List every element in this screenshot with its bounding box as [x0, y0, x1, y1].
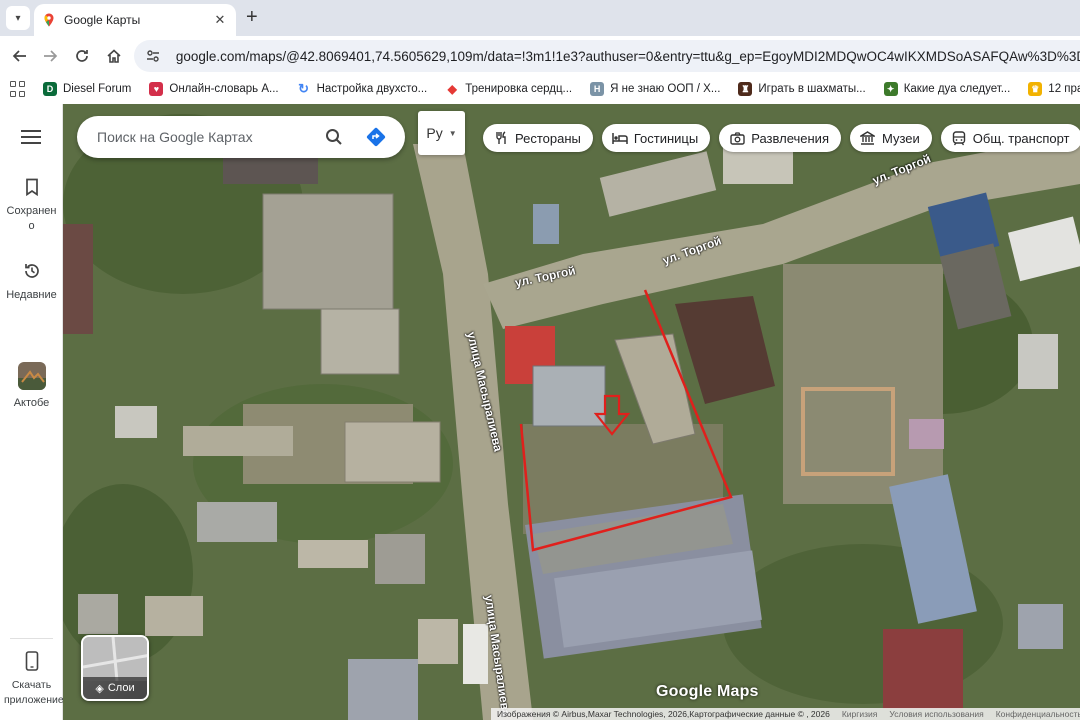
reload-icon[interactable]	[70, 44, 94, 68]
menu-icon[interactable]	[21, 130, 41, 144]
bookmark-habr-oop[interactable]: H Я не знаю ООП / Х...	[590, 82, 720, 96]
bookmark-diesel-forum[interactable]: D Diesel Forum	[43, 82, 131, 96]
search-input[interactable]	[97, 129, 321, 145]
dictionary-icon: ♥	[149, 82, 164, 96]
bookmark-icon	[21, 176, 43, 198]
layers-icon: ◈	[95, 682, 104, 695]
privacy-link[interactable]: Конфиденциальность	[996, 709, 1080, 719]
diesel-forum-icon: D	[43, 82, 57, 96]
bookmark-12-rules[interactable]: ♛ 12 правил Джона Р...	[1028, 82, 1080, 96]
recent-place-aktobe[interactable]: Актобе	[0, 362, 63, 411]
browser-tab[interactable]: Google Карты ✕	[34, 4, 236, 36]
bookmark-heart-training[interactable]: ◆ Тренировка сердц...	[445, 82, 572, 96]
directions-icon[interactable]	[363, 124, 389, 150]
hotel-icon	[612, 130, 628, 146]
bookmarks-bar: D Diesel Forum ♥ Онлайн-словарь А... ↻ Н…	[0, 76, 1080, 102]
address-bar[interactable]: google.com/maps/@42.8069401,74.5605629,1…	[134, 40, 1080, 72]
chip-museums[interactable]: Музеи	[849, 124, 932, 152]
terms-link[interactable]: Условия использования	[889, 709, 983, 719]
imagery-attribution: Изображения © Airbus,Maxar Technologies,…	[497, 709, 830, 719]
tab-close-icon[interactable]: ✕	[212, 12, 228, 28]
rules-icon: ♛	[1028, 82, 1043, 96]
chip-entertainment[interactable]: Развлечения	[719, 124, 841, 152]
museum-icon	[860, 130, 876, 146]
history-icon	[21, 260, 43, 282]
google-maps-favicon-icon	[44, 13, 54, 27]
restaurant-icon	[493, 130, 509, 146]
tab-bar: ▾ Google Карты ✕ +	[0, 0, 1080, 36]
tab-title: Google Карты	[64, 13, 141, 27]
language-button[interactable]: Ру ▼	[418, 111, 465, 155]
recent-button[interactable]: Недавние	[0, 260, 63, 303]
new-tab-icon[interactable]: +	[246, 7, 258, 27]
satellite-map[interactable]: Ру▼ Рестораны Гостиницы Развлечения Музе…	[63, 104, 1080, 720]
habr-icon: H	[590, 82, 605, 96]
saved-button[interactable]: Сохранено	[0, 176, 63, 234]
layers-thumbnail	[83, 637, 147, 682]
bookmark-dua[interactable]: ✦ Какие дуа следует...	[883, 82, 1010, 96]
chip-hotels[interactable]: Гостиницы	[601, 124, 711, 152]
chip-restaurants[interactable]: Рестораны	[483, 124, 593, 152]
country-label[interactable]: Киргизия	[842, 709, 878, 719]
maps-side-rail: Сохранено Недавние Актобе Скачать прилож…	[0, 104, 64, 720]
back-icon[interactable]	[8, 44, 32, 68]
category-chips: Рестораны Гостиницы Развлечения Музеи Об…	[483, 124, 1080, 152]
phone-icon	[21, 650, 43, 672]
satellite-imagery[interactable]	[63, 104, 1080, 720]
refresh-g-icon: ↻	[296, 81, 311, 96]
layers-button[interactable]: ◈ Слои	[81, 635, 149, 701]
tab-search-dropdown-icon[interactable]: ▾	[6, 6, 30, 30]
apps-grid-icon[interactable]	[10, 81, 25, 97]
rail-divider	[10, 638, 53, 639]
site-settings-icon[interactable]	[144, 47, 162, 65]
forward-icon[interactable]	[38, 44, 62, 68]
place-thumbnail	[17, 362, 46, 390]
dua-icon: ✦	[883, 82, 898, 96]
google-maps-logo: Google Maps	[656, 683, 759, 700]
home-icon[interactable]	[102, 44, 126, 68]
search-icon[interactable]	[321, 124, 347, 150]
attribution-bar: Изображения © Airbus,Maxar Technologies,…	[491, 708, 1080, 720]
transit-icon	[951, 130, 967, 146]
bookmark-dictionary[interactable]: ♥ Онлайн-словарь А...	[149, 82, 279, 96]
map-search-box[interactable]	[77, 116, 405, 158]
download-app-button[interactable]: Скачать приложение	[0, 650, 64, 708]
chess-icon: ♜	[738, 82, 753, 96]
heart-gem-icon: ◆	[445, 82, 460, 96]
url-text[interactable]: google.com/maps/@42.8069401,74.5605629,1…	[176, 49, 1080, 64]
chevron-down-icon: ▼	[448, 128, 457, 138]
bookmark-chess[interactable]: ♜ Играть в шахматы...	[738, 82, 866, 96]
browser-toolbar: google.com/maps/@42.8069401,74.5605629,1…	[0, 36, 1080, 76]
chip-transit[interactable]: Общ. транспорт	[940, 124, 1080, 152]
camera-icon	[729, 130, 745, 146]
bookmark-two-step-setup[interactable]: ↻ Настройка двухсто...	[296, 81, 427, 96]
